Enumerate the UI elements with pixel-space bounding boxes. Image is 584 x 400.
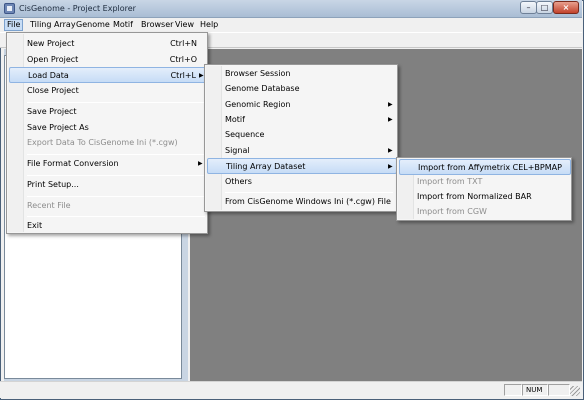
menu-item-shortcut: Ctrl+O — [169, 55, 197, 64]
menu-item-exit[interactable]: Exit — [9, 218, 205, 234]
minimize-icon[interactable]: – — [520, 1, 537, 14]
menu-item-open-project[interactable]: Open Project Ctrl+O — [9, 52, 205, 68]
menu-item-genomic-region[interactable]: Genomic Region ▶ — [207, 97, 395, 113]
menu-item-sequence[interactable]: Sequence — [207, 127, 395, 143]
menu-item-file-format-conversion[interactable]: File Format Conversion ▶ — [9, 156, 205, 172]
menu-motif[interactable]: Motif — [111, 19, 135, 31]
menu-item-others[interactable]: Others — [207, 174, 395, 190]
status-num-indicator: NUM — [522, 384, 548, 396]
menu-item-label: Genome Database — [225, 84, 300, 93]
maximize-icon[interactable]: □ — [536, 1, 553, 14]
chevron-right-icon: ▶ — [388, 147, 393, 154]
menu-item-export-data: Export Data To CisGenome Ini (*.cgw) — [9, 135, 205, 151]
status-cell-blank-2 — [548, 384, 570, 396]
menu-item-label: Import from CGW — [417, 207, 487, 216]
menu-item-shortcut: Ctrl+L — [170, 71, 196, 80]
menu-item-label: Exit — [27, 221, 43, 230]
chevron-right-icon: ▶ — [198, 160, 203, 167]
menu-help[interactable]: Help — [198, 19, 220, 31]
menu-item-print-setup[interactable]: Print Setup... — [9, 177, 205, 193]
menu-item-label: Motif — [225, 115, 245, 124]
app-icon — [4, 3, 15, 14]
menu-item-label: Open Project — [27, 55, 79, 64]
file-menu: New Project Ctrl+N Open Project Ctrl+O L… — [6, 32, 208, 234]
menu-item-label: Export Data To CisGenome Ini (*.cgw) — [27, 138, 178, 147]
menu-item-label: New Project — [27, 39, 75, 48]
menu-item-load-data[interactable]: Load Data Ctrl+L ▶ — [9, 67, 207, 83]
menu-tiling-array[interactable]: Tiling Array — [28, 19, 78, 31]
menu-item-save-project-as[interactable]: Save Project As — [9, 120, 205, 136]
chevron-right-icon: ▶ — [388, 116, 393, 123]
menu-item-import-cgw: Import from CGW — [399, 204, 569, 220]
menu-item-new-project[interactable]: New Project Ctrl+N — [9, 36, 205, 52]
menu-item-label: Save Project — [27, 107, 77, 116]
load-data-submenu: Browser Session Genome Database Genomic … — [204, 64, 398, 212]
menu-item-browser-session[interactable]: Browser Session — [207, 66, 395, 82]
chevron-right-icon: ▶ — [388, 101, 393, 108]
menu-item-from-cgw-file[interactable]: From CisGenome Windows Ini (*.cgw) File — [207, 194, 395, 210]
menu-item-import-txt: Import from TXT — [399, 174, 569, 190]
chevron-right-icon: ▶ — [388, 163, 393, 170]
menu-separator — [27, 216, 205, 217]
menu-separator — [27, 154, 205, 155]
menu-item-label: From CisGenome Windows Ini (*.cgw) File — [225, 197, 391, 206]
menu-item-import-normalized-bar[interactable]: Import from Normalized BAR — [399, 189, 569, 205]
chevron-right-icon: ▶ — [199, 72, 204, 79]
menu-bar: File Tiling Array Genome Motif Browser V… — [0, 18, 582, 32]
status-bar — [0, 381, 582, 398]
menu-item-label: Load Data — [28, 71, 69, 80]
resize-grip-icon[interactable] — [570, 386, 580, 396]
menu-item-label: Signal — [225, 146, 250, 155]
menu-item-label: Import from TXT — [417, 177, 483, 186]
menu-item-recent-file: Recent File — [9, 198, 205, 214]
menu-item-label: Others — [225, 177, 252, 186]
menu-item-label: File Format Conversion — [27, 159, 119, 168]
menu-item-label: Close Project — [27, 86, 79, 95]
tiling-array-submenu: Import from Affymetrix CEL+BPMAP Import … — [396, 157, 572, 221]
menu-view[interactable]: View — [173, 19, 196, 31]
menu-item-tiling-array-dataset[interactable]: Tiling Array Dataset ▶ — [207, 158, 397, 174]
menu-separator — [27, 196, 205, 197]
menu-file[interactable]: File — [4, 19, 24, 31]
window-title: CisGenome - Project Explorer — [19, 4, 136, 13]
title-bar[interactable]: CisGenome - Project Explorer – □ × — [0, 0, 582, 18]
menu-item-motif[interactable]: Motif ▶ — [207, 112, 395, 128]
menu-item-label: Import from Normalized BAR — [417, 192, 532, 201]
menu-item-label: Print Setup... — [27, 180, 79, 189]
menu-separator — [27, 175, 205, 176]
menu-item-shortcut: Ctrl+N — [170, 39, 197, 48]
menu-item-label: Sequence — [225, 130, 265, 139]
menu-genome[interactable]: Genome — [74, 19, 112, 31]
menu-item-genome-database[interactable]: Genome Database — [207, 81, 395, 97]
menu-item-import-affymetrix[interactable]: Import from Affymetrix CEL+BPMAP — [399, 159, 571, 175]
menu-item-save-project[interactable]: Save Project — [9, 104, 205, 120]
menu-item-signal[interactable]: Signal ▶ — [207, 143, 395, 159]
menu-item-label: Browser Session — [225, 69, 291, 78]
close-icon[interactable]: × — [553, 1, 579, 14]
status-cell-blank — [504, 384, 522, 396]
menu-item-label: Recent File — [27, 201, 71, 210]
menu-item-close-project[interactable]: Close Project — [9, 83, 205, 99]
menu-item-label: Genomic Region — [225, 100, 291, 109]
menu-item-label: Tiling Array Dataset — [226, 162, 306, 171]
menu-separator — [27, 102, 205, 103]
menu-browser[interactable]: Browser — [139, 19, 175, 31]
menu-item-label: Save Project As — [27, 123, 89, 132]
menu-separator — [225, 192, 393, 193]
